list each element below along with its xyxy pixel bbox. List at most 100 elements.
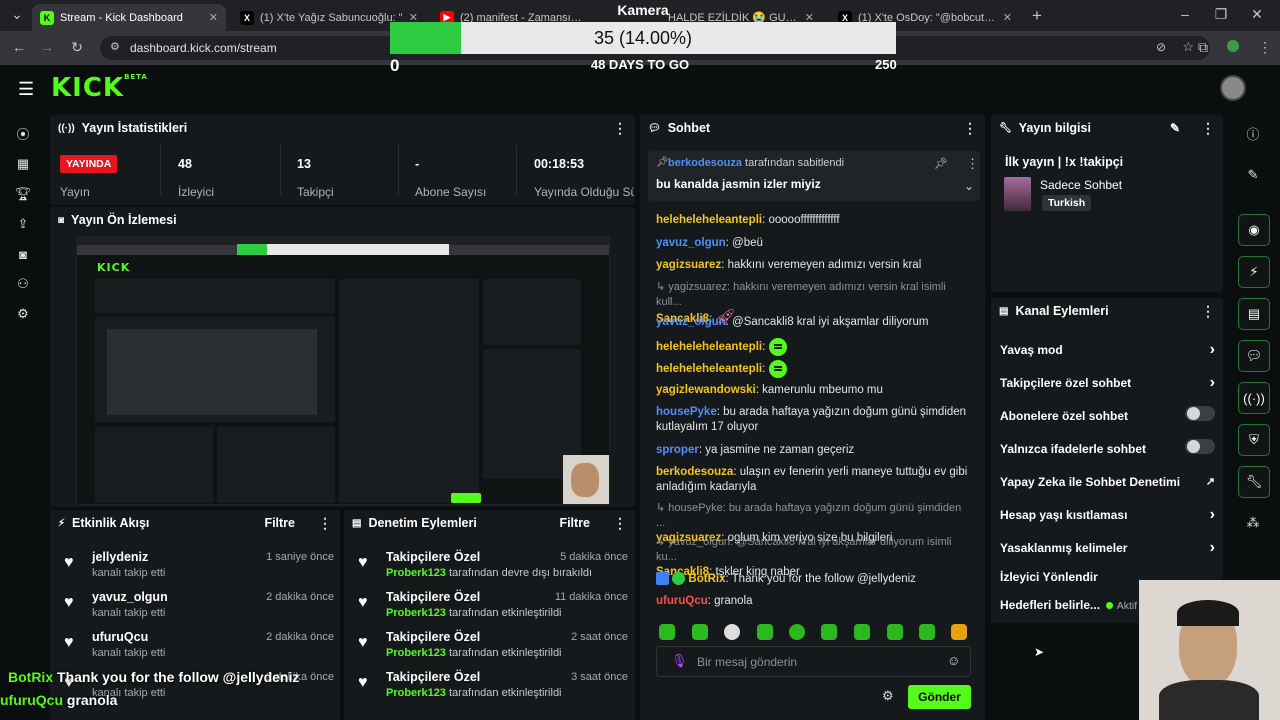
moderator-name[interactable]: Proberk123 <box>386 567 446 579</box>
moderator-name[interactable]: Proberk123 <box>386 647 446 659</box>
tab-kick-dashboard[interactable]: K Stream - Kick Dashboard ✕ <box>32 4 226 31</box>
emote-icon[interactable] <box>951 624 967 640</box>
send-button[interactable]: Gönder <box>908 685 971 709</box>
filter-button[interactable]: Filtre <box>264 516 295 530</box>
users-icon[interactable]: ⚇ <box>12 273 34 295</box>
info-icon[interactable]: ⓘ <box>1242 122 1264 144</box>
rail-camera-button[interactable]: ◉ <box>1238 214 1270 246</box>
activity-user[interactable]: ufuruQcu <box>92 630 148 644</box>
emote-icon[interactable] <box>692 624 708 640</box>
filter-button[interactable]: Filtre <box>559 516 590 530</box>
chat-username[interactable]: heleheleheleantepli <box>656 363 762 375</box>
chat-username[interactable]: heleheleheleantepli <box>656 214 762 226</box>
broadcast-icon[interactable]: ⦿ <box>12 122 34 144</box>
analytics-icon[interactable]: ▦ <box>12 153 34 175</box>
cluster-icon[interactable]: ⁂ <box>1242 512 1264 534</box>
emote-icon[interactable] <box>821 624 837 640</box>
chat-username[interactable]: yagizsuarez <box>656 259 721 271</box>
more-options-icon[interactable]: ⋮ <box>318 515 332 532</box>
chat-settings-gear-icon[interactable]: ⚙ <box>882 688 894 704</box>
emote-icon[interactable] <box>789 624 805 640</box>
emote-icon[interactable] <box>887 624 903 640</box>
moderator-name[interactable]: Proberk123 <box>386 687 446 699</box>
rail-lightning-button[interactable]: ⚡︎ <box>1238 256 1270 288</box>
menu-icon[interactable]: ⋮ <box>1256 39 1274 56</box>
settings-gear-icon[interactable]: ⚙ <box>12 303 34 325</box>
action-banned-words[interactable]: Yasaklanmış kelimeler › <box>1000 539 1215 556</box>
emote-icon[interactable] <box>919 624 935 640</box>
pinned-by-user[interactable]: berkodesouza <box>668 157 742 169</box>
new-tab-button[interactable]: + <box>1028 6 1046 26</box>
rail-notes-button[interactable]: ▤ <box>1238 298 1270 330</box>
emote-icon[interactable] <box>854 624 870 640</box>
followers-value: 13 <box>297 157 311 171</box>
upload-icon[interactable]: ⇪ <box>12 213 34 235</box>
chat-username[interactable]: yavuz_olgun <box>656 237 726 249</box>
emote-icon[interactable] <box>757 624 773 640</box>
action-emotes-only[interactable]: Yalnızca ifadelerle sohbet <box>1000 439 1215 456</box>
stream-preview-video[interactable]: KICK <box>76 236 610 505</box>
moderator-name[interactable]: Proberk123 <box>386 607 446 619</box>
extensions-icon[interactable]: ⧉ <box>1194 39 1212 56</box>
more-options-icon[interactable]: ⋮ <box>613 515 627 532</box>
close-window-button[interactable]: ✕ <box>1248 6 1266 23</box>
chevron-down-icon[interactable]: ⌄ <box>964 179 974 193</box>
unpin-icon[interactable]: 📌︎ <box>934 157 948 170</box>
close-icon[interactable]: ✕ <box>1003 11 1012 24</box>
chat-username[interactable]: berkodesouza <box>656 466 733 478</box>
more-options-icon[interactable]: ⋮ <box>613 120 627 137</box>
hamburger-menu-icon[interactable]: ☰ <box>18 79 34 100</box>
action-followers-only[interactable]: Takipçilere özel sohbet › <box>1000 374 1215 391</box>
more-options-icon[interactable]: ⋮ <box>966 156 979 172</box>
minimize-button[interactable]: – <box>1176 6 1194 22</box>
bookmark-star-icon[interactable]: ☆ <box>1182 39 1194 55</box>
profile-icon[interactable] <box>1224 39 1242 55</box>
reply-preview[interactable]: ↳ housePyke: bu arada haftaya yağızın do… <box>656 501 971 531</box>
action-subscribers-only[interactable]: Abonelere özel sohbet <box>1000 406 1215 423</box>
pinned-message[interactable]: 📌︎ berkodesouza tarafından sabitlendi bu… <box>648 151 980 201</box>
maximize-button[interactable]: ❐ <box>1212 6 1230 23</box>
chat-input[interactable]: 🎙︎ Bir mesaj gönderin ☺ <box>656 646 971 677</box>
bot-icon[interactable]: ◙ <box>12 243 34 265</box>
rail-broadcast-button[interactable]: ((·)) <box>1238 382 1270 414</box>
site-info-icon[interactable]: ⚙ <box>110 40 120 53</box>
rail-tools-button[interactable]: 🔧︎ <box>1238 466 1270 498</box>
emote-icon[interactable] <box>659 624 675 640</box>
rail-mod-button[interactable]: ⛨ <box>1238 424 1270 456</box>
toggle-switch[interactable] <box>1185 406 1215 421</box>
chat-username[interactable]: ufuruQcu <box>656 595 708 607</box>
chat-username[interactable]: housePyke <box>656 406 717 418</box>
chat-username[interactable]: yavuz_olgun <box>656 316 726 328</box>
trophy-icon[interactable]: 🏆︎ <box>12 183 34 205</box>
action-slow-mode[interactable]: Yavaş mod › <box>1000 341 1215 358</box>
reload-icon[interactable]: ↻ <box>68 39 86 56</box>
edit-pencil-icon[interactable]: ✎ <box>1170 121 1180 135</box>
forward-icon[interactable]: → <box>38 39 56 55</box>
action-ai-moderation[interactable]: Yapay Zeka ile Sohbet Denetimi ↗ <box>1000 475 1215 489</box>
chat-username[interactable]: yagizlewandowski <box>656 384 756 396</box>
reply-preview[interactable]: ↳ yavuz_olgun: @Sancakli8 kral iyi akşam… <box>656 535 971 565</box>
category-name[interactable]: Sadece Sohbet <box>1040 178 1122 192</box>
avatar[interactable] <box>1220 75 1246 101</box>
activity-user[interactable]: yavuz_olgun <box>92 590 168 604</box>
emoji-picker-icon[interactable]: ☺ <box>947 653 960 668</box>
chat-username[interactable]: heleheleheleantepli <box>656 341 762 353</box>
emote-icon[interactable] <box>724 624 740 640</box>
more-options-icon[interactable]: ⋮ <box>963 120 977 137</box>
activity-user[interactable]: jellydeniz <box>92 550 148 564</box>
kick-logo[interactable]: KICKBETA <box>51 73 148 103</box>
reply-preview[interactable]: ↳ yagizsuarez: hakkını veremeyen adımızı… <box>656 280 971 310</box>
more-options-icon[interactable]: ⋮ <box>1201 303 1215 320</box>
toggle-switch[interactable] <box>1185 439 1215 454</box>
back-icon[interactable]: ← <box>10 39 28 55</box>
camera-off-icon[interactable]: ⊘ <box>1156 40 1166 54</box>
rail-chat-button[interactable]: 💬︎ <box>1238 340 1270 372</box>
chat-username[interactable]: BotRix <box>688 573 725 585</box>
edit-pencil-icon[interactable]: ✎ <box>1242 164 1264 186</box>
action-account-age[interactable]: Hesap yaşı kısıtlaması › <box>1000 506 1215 523</box>
chat-username[interactable]: sproper <box>656 444 699 456</box>
microphone-icon[interactable]: 🎙︎ <box>671 653 688 669</box>
close-icon[interactable]: ✕ <box>209 11 218 24</box>
tab-search-icon[interactable]: ⌄ <box>8 6 26 23</box>
more-options-icon[interactable]: ⋮ <box>1201 120 1215 137</box>
